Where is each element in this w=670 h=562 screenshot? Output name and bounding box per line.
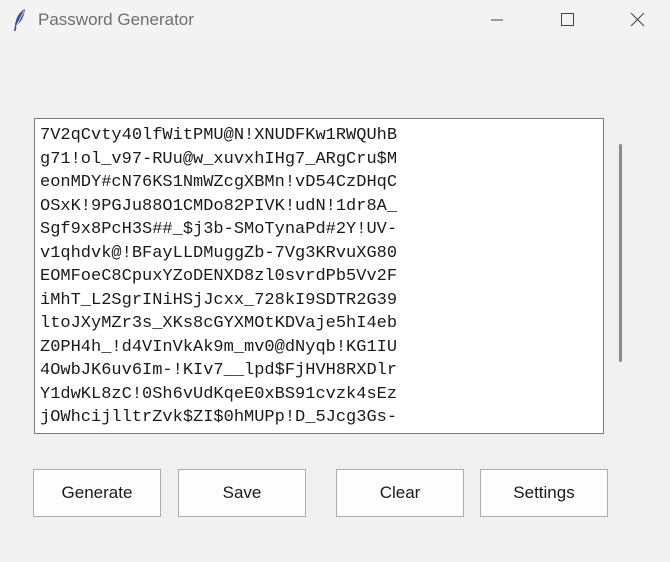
password-line: jOWhcijlltrZvk$ZI$0hMUPp!D_5Jcg3Gs- — [40, 408, 398, 427]
password-line: iMhT_L2SgrINiHSjJcxx_728kI9SDTR2G39 — [40, 290, 398, 310]
password-line: eonMDY#cN76KS1NmWZcgXBMn!vD54CzDHqC — [40, 173, 398, 192]
vertical-scrollbar[interactable] — [613, 118, 627, 434]
password-line: Sgf9x8PcH3S##_$j3b-SMoTynaPd#2Y!UV- — [40, 220, 398, 239]
feather-icon — [12, 8, 28, 32]
scrollbar-thumb[interactable] — [619, 144, 622, 362]
clear-button[interactable]: Clear — [336, 469, 464, 517]
password-line: g71!ol_v97-RUu@w_xuvxhIHg7_ARgCru$M — [40, 149, 398, 169]
password-line: 7V2qCvty40lfWitPMU@N!XNUDFKw1RWQUhB — [40, 126, 398, 145]
password-line: OSxK!9PGJu88O1CMDo82PIVK!udN!1dr8A_ — [40, 196, 398, 216]
save-button[interactable]: Save — [178, 469, 306, 517]
maximize-icon — [561, 13, 574, 26]
close-button[interactable] — [614, 0, 660, 40]
window-title: Password Generator — [38, 10, 194, 29]
password-line: 4OwbJK6uv6Im-!KIv7__lpd$FjHVH8RXDlr — [40, 361, 398, 380]
minimize-button[interactable] — [474, 0, 520, 40]
close-icon — [630, 12, 645, 27]
minimize-icon — [491, 19, 503, 21]
settings-button[interactable]: Settings — [480, 469, 608, 517]
maximize-button[interactable] — [544, 0, 590, 40]
password-line: EOMFoeC8CpuxYZoDENXD8zl0svrdPb5Vv2F — [40, 267, 398, 286]
password-lines: 7V2qCvty40lfWitPMU@N!XNUDFKw1RWQUhB g71!… — [40, 124, 397, 430]
password-line: Z0PH4h_!d4VInVkAk9m_mv0@dNyqb!KG1IU — [40, 337, 398, 357]
password-output-textarea[interactable]: 7V2qCvty40lfWitPMU@N!XNUDFKw1RWQUhB g71!… — [34, 118, 604, 434]
title-bar[interactable]: Password Generator — [0, 0, 670, 40]
password-line: Y1dwKL8zC!0Sh6vUdKqeE0xBS91cvzk4sEz — [40, 384, 398, 404]
generate-button[interactable]: Generate — [33, 469, 161, 517]
password-line: ltoJXyMZr3s_XKs8cGYXMOtKDVaje5hI4eb — [40, 314, 398, 333]
password-line: v1qhdvk@!BFayLLDMuggZb-7Vg3KRvuXG80 — [40, 243, 398, 263]
app-window: Password Generator 7V2qCvty40lfWitPMU@N!… — [0, 0, 670, 562]
